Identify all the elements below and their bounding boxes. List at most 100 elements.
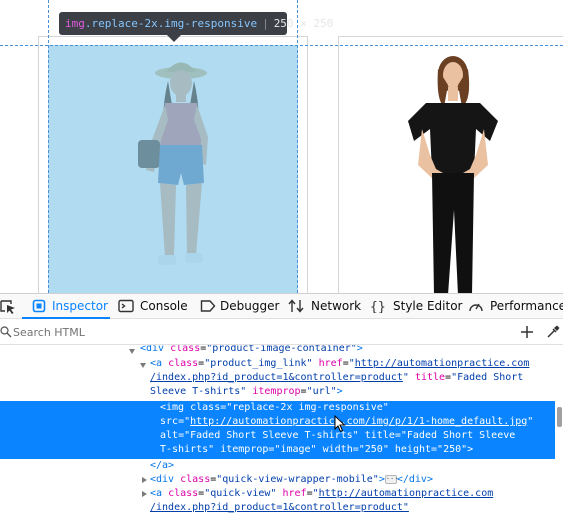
markup-line-img: <img class="replace-2x img-responsive" <box>160 401 389 415</box>
product-image-blouse[interactable] <box>352 45 552 293</box>
inspector-icon <box>32 299 46 313</box>
inspected-element-highlight <box>48 45 298 293</box>
tooltip-dimensions: 250 × 250 <box>273 17 334 30</box>
inspector-searchbar <box>0 319 563 345</box>
tab-inspector[interactable]: Inspector <box>28 294 110 319</box>
expand-twisty[interactable] <box>142 477 147 483</box>
selected-node-img[interactable]: <img class="replace-2x img-responsive" s… <box>0 401 555 459</box>
attr-value: "250" <box>358 444 389 455</box>
tab-performance[interactable]: Performance <box>468 294 563 319</box>
tab-debugger-label: Debugger <box>220 299 280 313</box>
tab-network[interactable]: Network <box>288 294 362 319</box>
attr-value: "product_img_link" <box>204 358 313 369</box>
tag-close: > <box>356 345 363 354</box>
closing-tag: </div> <box>396 474 433 485</box>
search-html-input[interactable] <box>13 323 493 341</box>
tab-style-editor-label: Style Editor <box>393 299 463 313</box>
markup-line-div-container[interactable]: <div class="product-image-container"> <box>140 345 363 356</box>
markup-line-a-quick-view[interactable]: <a class="quick-view" href="http://autom… <box>150 487 493 501</box>
guide-line-right <box>297 0 298 293</box>
markup-view: <div class="product-image-container"> <a… <box>0 345 563 518</box>
console-icon <box>118 299 134 313</box>
devtools-toolbar: Inspector Console Debugger Network {} St… <box>0 293 563 319</box>
tab-debugger[interactable]: Debugger <box>198 294 280 319</box>
tooltip-tag: img <box>65 17 85 30</box>
markup-line-a-close[interactable]: </a> <box>150 459 174 473</box>
attr-name: itemprop <box>252 386 301 397</box>
markup-line-quick-view-mobile[interactable]: <div class="quick-view-wrapper-mobile">·… <box>150 473 433 487</box>
element-tooltip: img.replace-2x.img-responsive | 250 × 250 <box>59 12 333 35</box>
tooltip-classes: .replace-2x.img-responsive <box>84 17 258 30</box>
tag-close: > <box>467 444 474 455</box>
tooltip-arrow <box>167 35 181 42</box>
tag-close: > <box>336 386 343 397</box>
markup-scrollbar[interactable] <box>557 407 562 427</box>
network-icon <box>288 299 304 313</box>
attr-name: width <box>322 444 353 455</box>
attr-name: title <box>364 430 395 441</box>
href-link[interactable]: http://automationpractice.com <box>355 358 530 369</box>
tag-open: <img <box>160 402 191 413</box>
attr-value: "image" <box>274 444 317 455</box>
element-picker-button[interactable] <box>0 294 18 319</box>
attr-name: src <box>160 416 179 427</box>
collapse-twisty[interactable] <box>129 349 135 354</box>
page-viewport: img.replace-2x.img-responsive | 250 × 250 <box>0 0 563 293</box>
attr-value: "250" <box>437 444 468 455</box>
element-picker-icon <box>0 300 15 314</box>
tab-console-label: Console <box>140 299 188 313</box>
tag-open: <a <box>150 488 169 499</box>
collapsed-children-badge[interactable]: ··· <box>384 474 399 484</box>
attr-value: Sleeve T-shirts" <box>150 386 247 397</box>
expand-twisty[interactable] <box>142 491 147 497</box>
attr-value: "quick-view-wrapper-mobile" <box>216 474 379 485</box>
attr-value: "Faded Short Sleeve T-shirts" <box>184 430 359 441</box>
tab-style-editor[interactable]: {} Style Editor <box>370 294 462 319</box>
search-icon <box>0 326 12 338</box>
attr-name: class <box>190 402 221 413</box>
markup-line-continuation: /index.php?id_product=1&controller=produ… <box>150 371 523 385</box>
attr-name: class <box>170 345 201 354</box>
attr-name: class <box>168 358 199 369</box>
style-editor-icon: {} <box>370 300 386 313</box>
markup-line-continuation: /index.php?id_product=1&controller=produ… <box>150 501 409 515</box>
tooltip-separator: | <box>262 17 269 30</box>
performance-icon <box>469 303 483 312</box>
href-link[interactable]: /index.php?id_product=1&controller=produ… <box>150 372 403 383</box>
src-link[interactable]: http://automationpractice.com/img/p/1/1-… <box>190 416 527 427</box>
add-node-icon[interactable] <box>520 325 534 339</box>
guide-line-top <box>0 45 563 46</box>
attr-name: href <box>282 488 307 499</box>
eyedropper-icon[interactable] <box>546 325 560 339</box>
markup-line-img-attrs: T-shirts" itemprop="image" width="250" h… <box>160 443 473 457</box>
svg-text:{}: {} <box>370 300 386 313</box>
attr-value: "product-image-container" <box>206 345 357 354</box>
tab-console[interactable]: Console <box>116 294 188 319</box>
tag-mid: > <box>378 474 385 485</box>
attr-name: href <box>318 358 343 369</box>
attr-name: itemprop <box>220 444 269 455</box>
attr-value: "replace-2x img-responsive" <box>226 402 389 413</box>
attr-name: class <box>168 488 199 499</box>
attr-name: class <box>180 474 211 485</box>
attr-name: alt <box>160 430 179 441</box>
tab-performance-label: Performance <box>490 299 563 313</box>
tag-open: <div <box>150 474 181 485</box>
guide-line-left <box>48 0 49 293</box>
markup-line-a-product-link[interactable]: <a class="product_img_link" href="http:/… <box>150 357 529 371</box>
closing-tag: </a> <box>150 460 175 471</box>
markup-line-img-src: src="http://automationpractice.com/img/p… <box>160 415 533 429</box>
tab-inspector-label: Inspector <box>52 299 108 313</box>
attr-value: "url" <box>306 386 337 397</box>
debugger-icon <box>200 300 216 312</box>
tag-open: <a <box>150 358 169 369</box>
attr-quote: " <box>402 372 409 383</box>
attr-quote: " <box>527 416 534 427</box>
tag-open: <div <box>140 345 171 354</box>
tab-network-label: Network <box>311 299 362 313</box>
attr-value: "Faded Short Sleeve <box>400 430 516 441</box>
href-link[interactable]: http://automationpractice.com <box>319 488 494 499</box>
collapse-twisty[interactable] <box>140 363 146 368</box>
href-link[interactable]: /index.php?id_product=1&controller=produ… <box>150 502 409 513</box>
markup-line-continuation: Sleeve T-shirts" itemprop="url"> <box>150 385 343 399</box>
